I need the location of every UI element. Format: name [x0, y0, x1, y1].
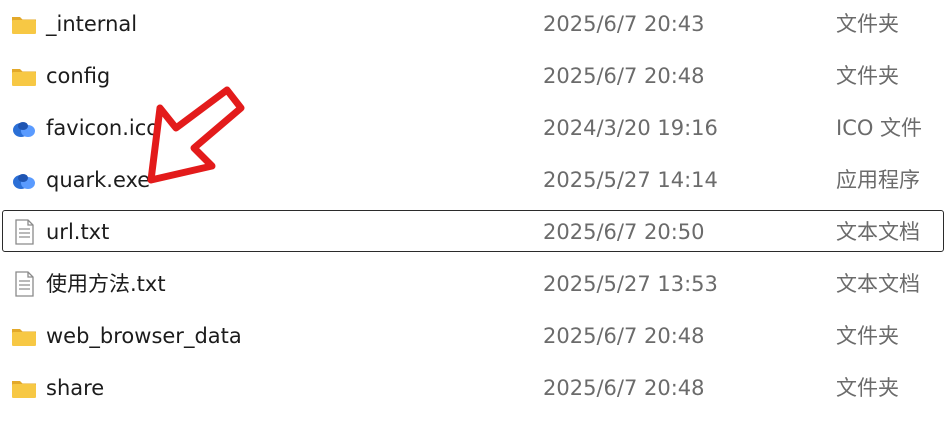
cloud-app-icon [13, 122, 35, 137]
file-date-modified: 2025/6/7 20:50 [543, 220, 705, 244]
file-name: share [46, 376, 105, 400]
text-document-icon [15, 271, 34, 297]
file-date-modified: 2025/5/27 13:53 [543, 272, 718, 296]
file-date-modified: 2025/6/7 20:43 [543, 12, 705, 36]
file-name: web_browser_data [46, 324, 242, 348]
file-type: 文件夹 [836, 12, 899, 36]
file-row-internal[interactable]: _internal 2025/6/7 20:43 文件夹 [0, 0, 948, 52]
file-type: 文本文档 [836, 220, 920, 244]
file-type: 文件夹 [836, 376, 899, 400]
file-type: ICO 文件 [836, 116, 923, 140]
file-type: 文件夹 [836, 324, 899, 348]
folder-icon [12, 69, 36, 86]
file-name: _internal [46, 12, 138, 36]
folder-icon [12, 381, 36, 398]
text-document-icon [15, 219, 34, 245]
folder-icon [12, 17, 36, 34]
file-name: url.txt [46, 220, 110, 244]
red-arrow-icon [147, 86, 245, 184]
file-type: 文件夹 [836, 64, 899, 88]
file-date-modified: 2025/6/7 20:48 [543, 324, 705, 348]
folder-icon [12, 329, 36, 346]
file-row-url-txt[interactable]: url.txt 2025/6/7 20:50 文本文档 [0, 208, 948, 260]
file-date-modified: 2025/5/27 14:14 [543, 168, 718, 192]
file-name: config [46, 64, 111, 88]
file-date-modified: 2025/6/7 20:48 [543, 64, 705, 88]
selection-outline [2, 210, 944, 252]
file-name: 使用方法.txt [46, 272, 166, 296]
file-date-modified: 2025/6/7 20:48 [543, 376, 705, 400]
file-name: quark.exe [46, 168, 151, 192]
file-type: 应用程序 [836, 168, 920, 192]
cloud-app-icon [13, 174, 35, 189]
file-row-usage-txt[interactable]: 使用方法.txt 2025/5/27 13:53 文本文档 [0, 260, 948, 312]
file-date-modified: 2024/3/20 19:16 [543, 116, 718, 140]
file-type: 文本文档 [836, 272, 920, 296]
file-row-share[interactable]: share 2025/6/7 20:48 文件夹 [0, 364, 948, 416]
file-row-web-browser-data[interactable]: web_browser_data 2025/6/7 20:48 文件夹 [0, 312, 948, 364]
